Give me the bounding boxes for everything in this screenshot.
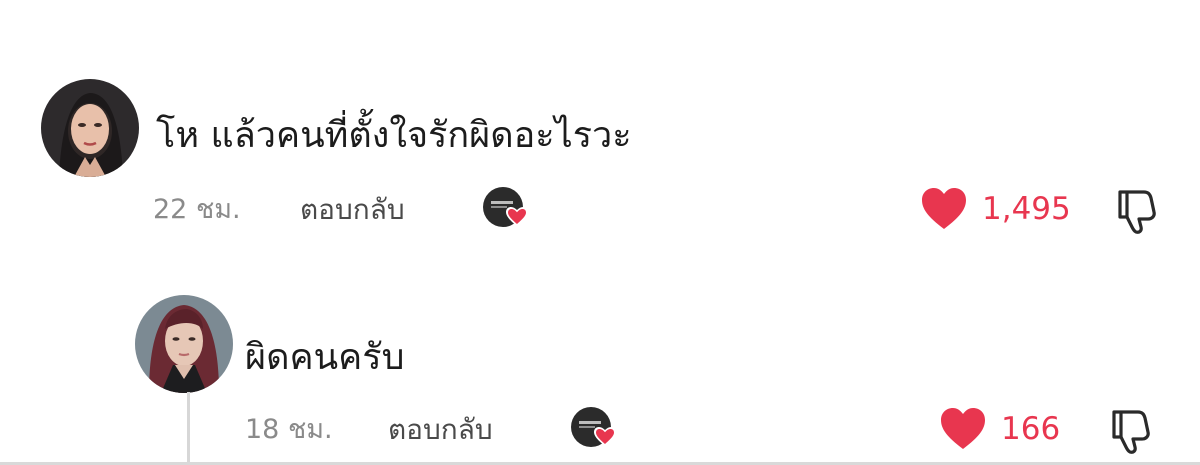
thread-connector-line [187, 392, 190, 465]
reply-button[interactable]: ตอบกลับ [388, 413, 493, 447]
comment-timestamp: 18 ชม. [245, 414, 333, 445]
reply-button[interactable]: ตอบกลับ [300, 193, 405, 227]
comment-timestamp: 22 ชม. [153, 194, 241, 225]
like-button[interactable]: 166 [939, 407, 1060, 451]
dislike-icon [1118, 190, 1156, 234]
dislike-button[interactable] [1108, 406, 1156, 454]
heart-icon [922, 188, 966, 229]
comment-text: โห แล้วคนที่ตั้งใจรักผิดอะไรวะ [156, 115, 632, 156]
creator-liked-badge [482, 186, 528, 228]
avatar[interactable] [41, 79, 139, 177]
creator-liked-badge [570, 406, 616, 448]
like-button[interactable]: 1,495 [920, 187, 1071, 231]
like-count: 1,495 [982, 191, 1071, 227]
heart-icon [941, 408, 985, 449]
avatar[interactable] [135, 295, 233, 393]
like-count: 166 [1001, 411, 1061, 447]
dislike-button[interactable] [1114, 186, 1162, 234]
dislike-icon [1112, 410, 1150, 454]
comment-text: ผิดคนครับ [245, 337, 405, 378]
